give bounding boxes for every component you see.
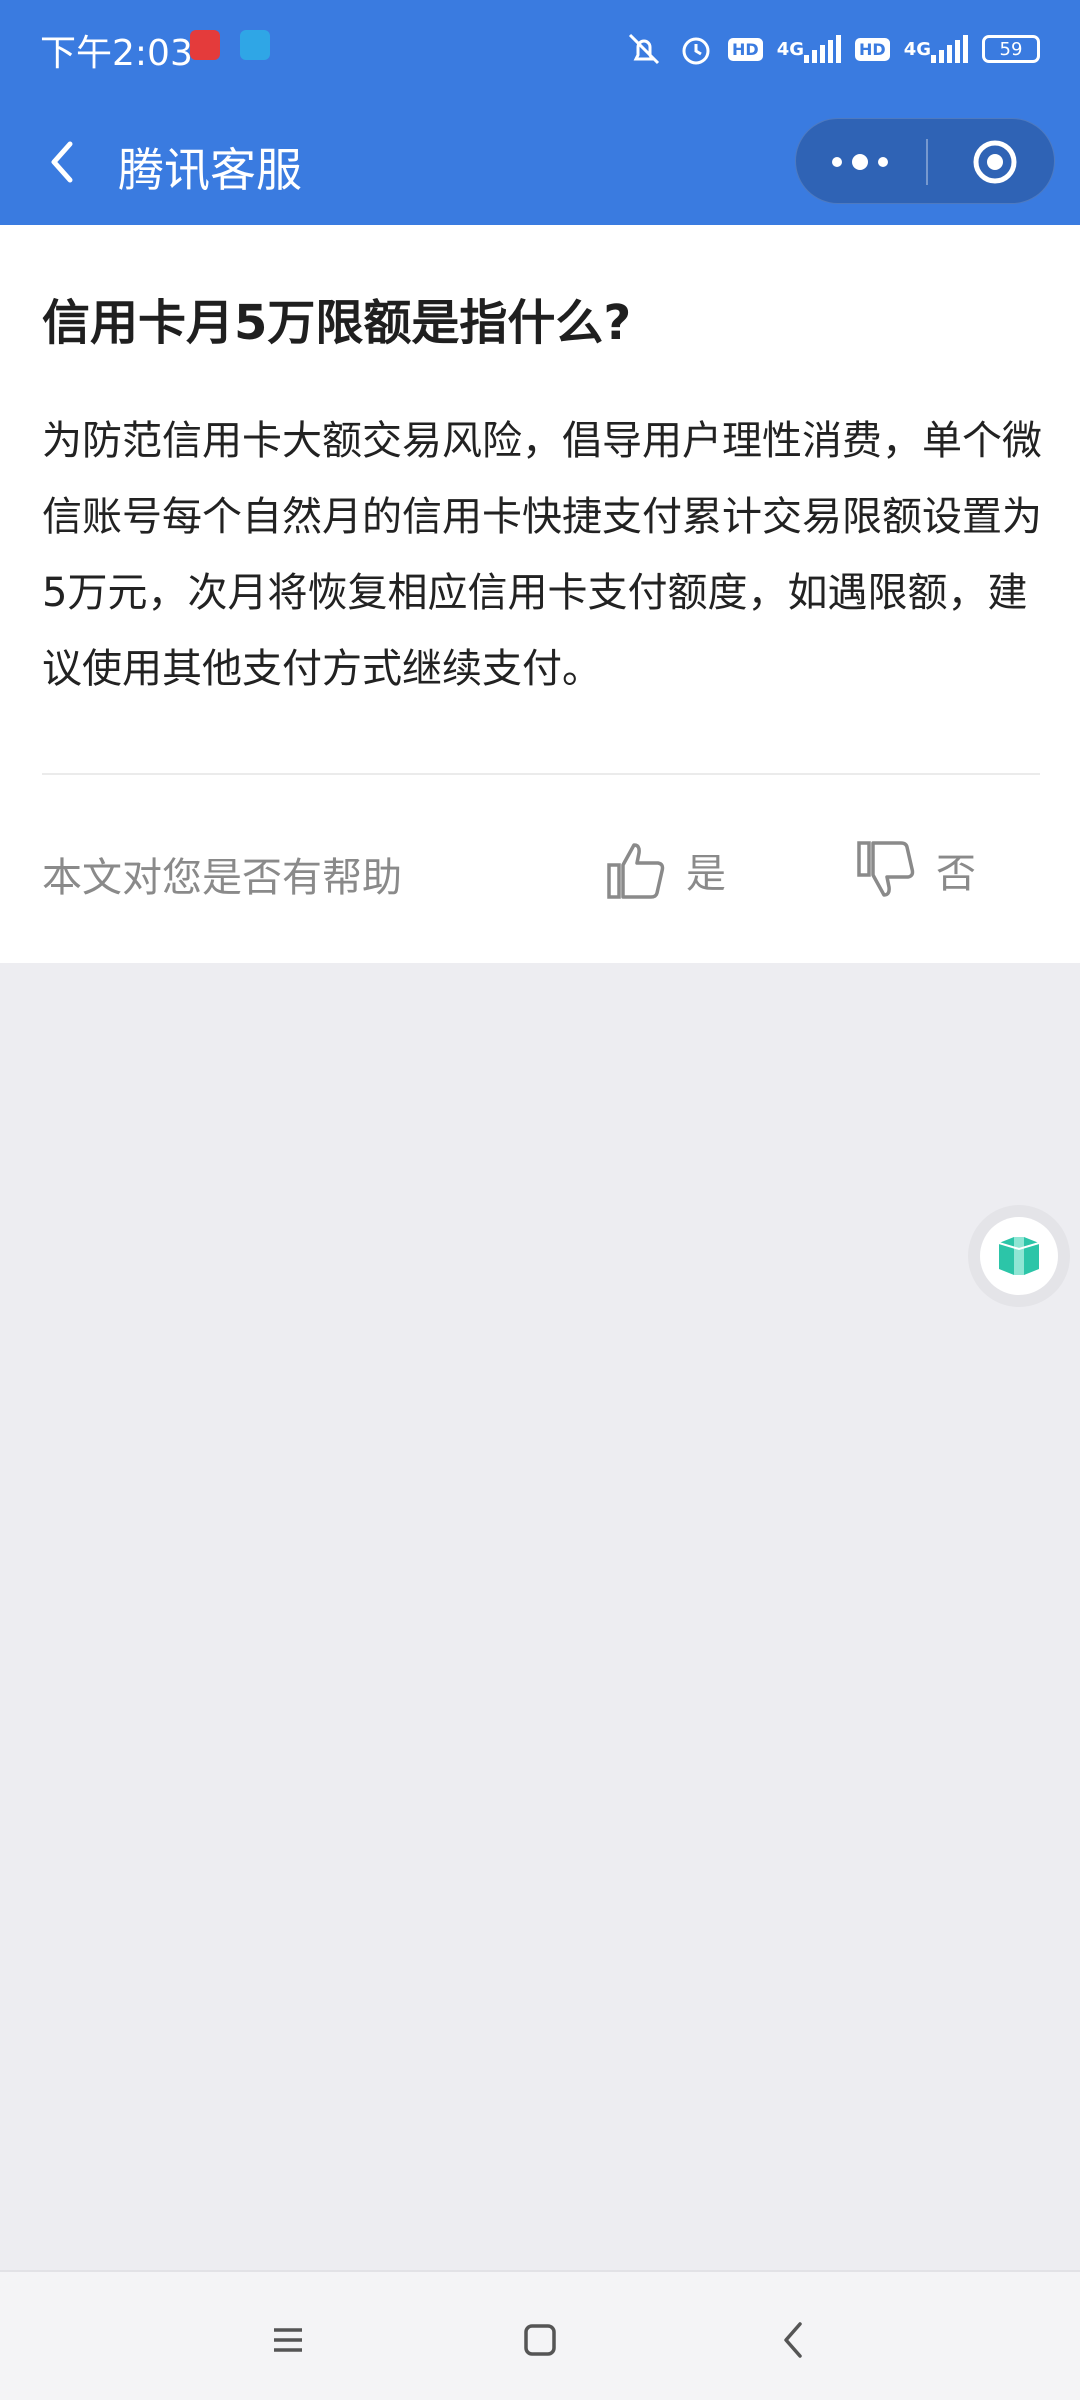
feedback-no-label: 否 xyxy=(936,851,976,897)
app-notification-icon xyxy=(190,30,220,60)
feedback-no-button[interactable]: 否 xyxy=(856,835,976,905)
mini-program-capsule xyxy=(795,118,1055,204)
hd-icon: HD xyxy=(855,37,890,61)
feedback-question: 本文对您是否有帮助 xyxy=(42,855,402,901)
thumbs-up-icon xyxy=(607,843,665,899)
home-icon[interactable] xyxy=(512,2312,568,2368)
network-type: 4G xyxy=(776,38,805,60)
alarm-icon xyxy=(678,31,714,67)
app-notification-icon xyxy=(240,30,270,60)
status-icons: HD 4G HD 4G 59 xyxy=(624,24,1040,74)
floating-assistant-button[interactable] xyxy=(968,1205,1070,1307)
thumbs-down-icon xyxy=(857,841,915,897)
page-title: 腾讯客服 xyxy=(118,143,302,197)
target-close-icon[interactable] xyxy=(972,139,1018,185)
cube-assistant-icon xyxy=(998,1237,1040,1275)
signal-icon: 4G xyxy=(904,35,968,63)
article-title: 信用卡月5万限额是指什么? xyxy=(42,295,632,351)
capsule-divider xyxy=(926,139,928,185)
header-bar: 腾讯客服 xyxy=(0,100,1080,225)
status-bar: 下午2:03 HD 4G HD 4G 59 xyxy=(0,0,1080,100)
mute-icon xyxy=(624,31,664,67)
feedback-yes-label: 是 xyxy=(686,851,726,897)
network-type: 4G xyxy=(903,38,931,60)
more-dots-icon[interactable] xyxy=(796,119,924,205)
article-body: 为防范信用卡大额交易风险，倡导用户理性消费，单个微信账号每个自然月的信用卡快捷支… xyxy=(42,418,1042,692)
signal-icon: 4G xyxy=(776,35,842,63)
back-icon[interactable] xyxy=(766,2312,822,2368)
status-time: 下午2:03 xyxy=(40,33,193,74)
divider xyxy=(42,773,1040,775)
system-nav-bar xyxy=(0,2270,1080,2400)
back-arrow-icon[interactable] xyxy=(34,132,94,192)
hd-icon: HD xyxy=(728,37,763,61)
article-card: 信用卡月5万限额是指什么? 为防范信用卡大额交易风险，倡导用户理性消费，单个微信… xyxy=(0,225,1080,963)
feedback-yes-button[interactable]: 是 xyxy=(606,835,726,905)
menu-icon[interactable] xyxy=(260,2312,316,2368)
battery-icon: 59 xyxy=(982,35,1040,63)
battery-level: 59 xyxy=(999,38,1023,60)
